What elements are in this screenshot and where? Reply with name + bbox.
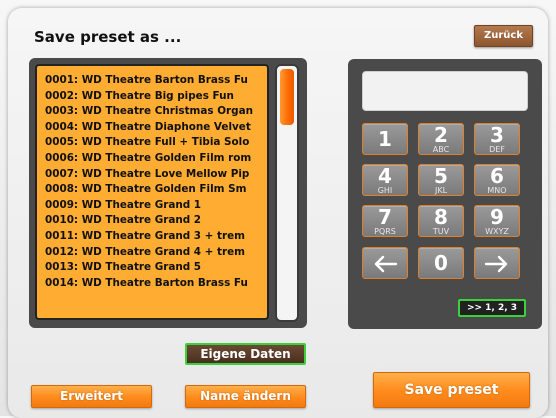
key-number: 4 (378, 164, 392, 188)
list-item[interactable]: 0014: WD Theatre Barton Brass Fu (45, 276, 267, 292)
key-letters: MNO (487, 186, 507, 195)
key-9[interactable]: 9 WXYZ (474, 205, 520, 237)
key-3[interactable]: 3 DEF (474, 123, 520, 155)
key-number: 6 (490, 164, 504, 188)
key-number: 5 (434, 164, 448, 188)
page-title: Save preset as ... (34, 28, 182, 46)
list-item[interactable]: 0001: WD Theatre Barton Brass Fu (45, 73, 267, 89)
back-button[interactable]: Zurück (474, 25, 533, 47)
list-item[interactable]: 0003: WD Theatre Christmas Organ (45, 104, 267, 120)
key-1[interactable]: 1 (362, 123, 408, 155)
rename-button[interactable]: Name ändern (185, 385, 306, 408)
list-item[interactable]: 0008: WD Theatre Golden Film Sm (45, 182, 267, 198)
key-2[interactable]: 2 ABC (418, 123, 464, 155)
preset-list-panel: 0001: WD Theatre Barton Brass Fu 0002: W… (29, 58, 307, 328)
key-letters: ABC (432, 145, 450, 154)
key-letters: DEF (489, 145, 505, 154)
key-number: 2 (434, 123, 448, 147)
arrow-left-icon (374, 255, 398, 273)
key-number: 8 (434, 205, 448, 229)
key-0[interactable]: 0 (418, 247, 464, 279)
scroll-thumb[interactable] (280, 69, 294, 125)
list-scrollbar[interactable] (275, 64, 299, 322)
preset-list[interactable]: 0001: WD Theatre Barton Brass Fu 0002: W… (35, 64, 269, 320)
key-letters: TUV (432, 227, 450, 236)
key-letters: PQRS (374, 227, 396, 236)
key-8[interactable]: 8 TUV (418, 205, 464, 237)
name-input-display[interactable] (362, 71, 528, 111)
own-data-button[interactable]: Eigene Daten (185, 343, 306, 365)
list-item[interactable]: 0007: WD Theatre Love Mellow Pip (45, 167, 267, 183)
list-item[interactable]: 0013: WD Theatre Grand 5 (45, 260, 267, 276)
list-item[interactable]: 0012: WD Theatre Grand 4 + trem (45, 245, 267, 261)
list-item[interactable]: 0009: WD Theatre Grand 1 (45, 198, 267, 214)
keypad-panel: 1 2 ABC 3 DEF 4 GHI 5 JKL 6 MNO 7 PQRS 8… (348, 59, 542, 329)
list-item[interactable]: 0010: WD Theatre Grand 2 (45, 213, 267, 229)
key-6[interactable]: 6 MNO (474, 164, 520, 196)
key-number: 0 (434, 251, 448, 275)
key-number: 9 (490, 205, 504, 229)
list-item[interactable]: 0004: WD Theatre Diaphone Velvet (45, 120, 267, 136)
key-letters: JKL (434, 186, 448, 195)
save-preset-button[interactable]: Save preset (373, 372, 530, 408)
key-7[interactable]: 7 PQRS (362, 205, 408, 237)
arrow-right-icon (484, 255, 508, 273)
key-number: 3 (490, 123, 504, 147)
cursor-right-button[interactable] (474, 247, 520, 279)
cursor-left-button[interactable] (362, 247, 408, 279)
key-number: 7 (378, 205, 392, 229)
list-item[interactable]: 0006: WD Theatre Golden Film rom (45, 151, 267, 167)
list-item[interactable]: 0011: WD Theatre Grand 3 + trem (45, 229, 267, 245)
key-letters: WXYZ (485, 227, 509, 236)
extended-button[interactable]: Erweitert (31, 385, 152, 408)
key-letters: GHI (377, 186, 393, 195)
numeric-mode-button[interactable]: >> 1, 2, 3 (458, 299, 526, 317)
key-5[interactable]: 5 JKL (418, 164, 464, 196)
list-item[interactable]: 0005: WD Theatre Full + Tibia Solo (45, 135, 267, 151)
list-item[interactable]: 0002: WD Theatre Big pipes Fun (45, 89, 267, 105)
key-4[interactable]: 4 GHI (362, 164, 408, 196)
key-number: 1 (378, 127, 392, 151)
